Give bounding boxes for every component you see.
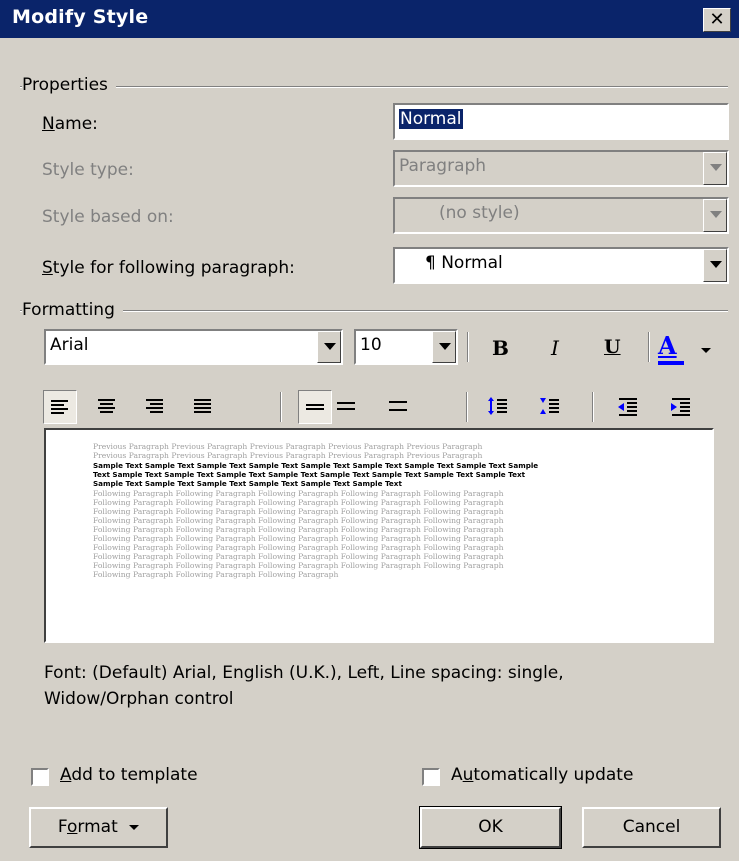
name-field-value: Normal	[399, 109, 463, 129]
font-select[interactable]: Arial	[44, 329, 343, 365]
font-size-dropdown-button[interactable]	[432, 331, 456, 363]
line-spacing-double-button[interactable]	[382, 390, 416, 424]
style-based-on-select[interactable]: (no style)	[393, 197, 729, 234]
align-center-icon	[98, 399, 115, 413]
formatting-divider	[20, 310, 728, 312]
add-to-template-label[interactable]: Add to template	[60, 765, 198, 785]
preview-following-line: Following Paragraph Following Paragraph …	[93, 516, 504, 525]
formatting-group-label: Formatting	[22, 300, 123, 320]
preview-following-line: Following Paragraph Following Paragraph …	[93, 552, 504, 561]
font-size-value: 10	[360, 335, 382, 355]
justify-button[interactable]	[187, 390, 221, 424]
chevron-down-icon	[710, 164, 722, 171]
preview-previous-line: Previous Paragraph Previous Paragraph Pr…	[93, 442, 483, 451]
style-based-on-label: Style based on:	[42, 207, 174, 227]
chevron-down-icon	[710, 261, 722, 268]
one-half-spacing-icon	[337, 402, 355, 410]
style-description-line2: Widow/Orphan control	[44, 689, 234, 709]
preview-following-line: Following Paragraph Following Paragraph …	[93, 498, 504, 507]
ok-button[interactable]: OK	[419, 806, 562, 849]
preview-following-line: Following Paragraph Following Paragraph …	[93, 543, 504, 552]
automatically-update-checkbox[interactable]	[422, 768, 440, 786]
font-color-bar	[658, 361, 684, 365]
close-button[interactable]: ✕	[703, 8, 731, 32]
format-button[interactable]: Format	[29, 807, 168, 848]
align-left-button[interactable]	[43, 390, 77, 424]
style-type-label: Style type:	[42, 160, 134, 180]
preview-sample-line: Sample Text Sample Text Sample Text Samp…	[93, 479, 402, 488]
dialog-title: Modify Style	[12, 6, 149, 28]
close-icon: ✕	[709, 9, 725, 30]
double-spacing-icon	[389, 401, 407, 411]
font-size-select[interactable]: 10	[354, 329, 458, 365]
following-paragraph-select[interactable]: ¶ Normal	[393, 247, 729, 284]
toolbar-separator	[648, 332, 650, 362]
style-based-on-dropdown-button[interactable]	[703, 199, 727, 232]
chevron-down-icon	[324, 343, 336, 350]
format-button-label: Format	[57, 817, 118, 837]
increase-indent-button[interactable]	[665, 390, 699, 424]
style-description-line1: Font: (Default) Arial, English (U.K.), L…	[44, 663, 564, 683]
chevron-down-icon	[701, 348, 711, 353]
chevron-down-icon	[129, 824, 140, 830]
chevron-down-icon	[710, 211, 722, 218]
bold-button[interactable]: B	[492, 336, 509, 360]
style-type-dropdown-button[interactable]	[703, 152, 727, 185]
font-dropdown-button[interactable]	[317, 331, 341, 363]
properties-divider	[20, 86, 728, 88]
preview-following-line: Following Paragraph Following Paragraph …	[93, 534, 504, 543]
following-paragraph-value: ¶ Normal	[425, 253, 503, 273]
increase-indent-icon	[671, 398, 690, 416]
add-to-template-checkbox[interactable]	[31, 768, 49, 786]
align-center-button[interactable]	[91, 390, 125, 424]
increase-paragraph-spacing-button[interactable]	[482, 390, 516, 424]
style-type-select[interactable]: Paragraph	[393, 150, 729, 187]
preview-sample-line: Sample Text Sample Text Sample Text Samp…	[93, 461, 539, 470]
line-spacing-1-5-button[interactable]	[330, 390, 364, 424]
automatically-update-label[interactable]: Automatically update	[451, 765, 633, 785]
underline-button[interactable]: U	[604, 336, 621, 358]
preview-sample-line: Text Sample Text Sample Text Sample Text…	[93, 470, 526, 479]
cancel-button[interactable]: Cancel	[582, 807, 721, 848]
properties-group-label: Properties	[22, 75, 116, 95]
align-right-icon	[146, 399, 163, 413]
line-spacing-single-button[interactable]	[298, 390, 332, 424]
style-preview: Previous Paragraph Previous Paragraph Pr…	[44, 428, 714, 643]
decrease-indent-button[interactable]	[612, 390, 646, 424]
preview-following-line: Following Paragraph Following Paragraph …	[93, 489, 504, 498]
following-paragraph-dropdown-button[interactable]	[703, 249, 727, 282]
font-value: Arial	[50, 335, 89, 355]
preview-following-line: Following Paragraph Following Paragraph …	[93, 561, 504, 570]
name-label: Name:	[42, 114, 98, 134]
align-right-button[interactable]	[139, 390, 173, 424]
preview-following-line: Following Paragraph Following Paragraph …	[93, 570, 339, 579]
preview-previous-line: Previous Paragraph Previous Paragraph Pr…	[93, 451, 483, 460]
toolbar-separator	[592, 392, 594, 422]
toolbar-separator	[466, 392, 468, 422]
style-based-on-value: (no style)	[439, 203, 520, 223]
italic-button[interactable]: I	[551, 336, 559, 360]
font-color-button[interactable]: A	[654, 331, 716, 367]
single-spacing-icon	[306, 404, 324, 410]
decrease-paragraph-spacing-button[interactable]	[534, 390, 568, 424]
increase-spacing-icon	[488, 397, 507, 415]
font-color-icon: A	[658, 331, 677, 360]
toolbar-separator	[467, 332, 469, 362]
toolbar-separator	[280, 392, 282, 422]
align-left-icon	[51, 400, 68, 414]
decrease-indent-icon	[618, 398, 637, 416]
preview-following-line: Following Paragraph Following Paragraph …	[93, 507, 504, 516]
name-field[interactable]: Normal	[393, 103, 729, 140]
preview-following-line: Following Paragraph Following Paragraph …	[93, 525, 504, 534]
decrease-spacing-icon	[540, 398, 559, 414]
chevron-down-icon	[439, 343, 451, 350]
justify-icon	[194, 399, 211, 413]
style-type-value: Paragraph	[399, 156, 487, 176]
following-paragraph-label: Style for following paragraph:	[42, 258, 295, 278]
